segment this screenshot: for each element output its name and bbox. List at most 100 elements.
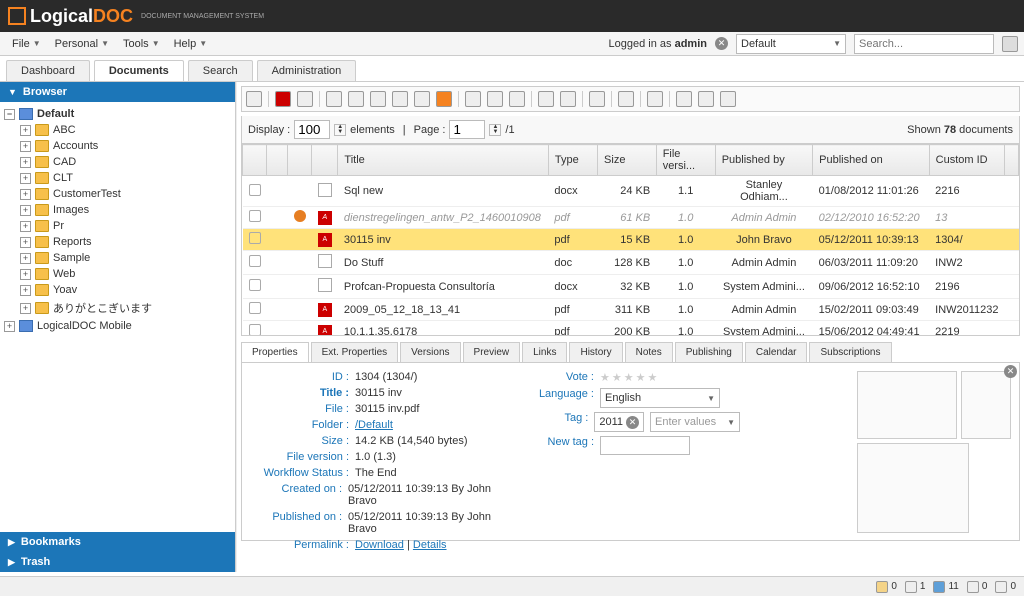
tab-documents[interactable]: Documents: [94, 60, 184, 81]
panel-browser[interactable]: ▼Browser: [0, 82, 235, 102]
refresh-icon[interactable]: [246, 91, 262, 107]
tab-administration[interactable]: Administration: [257, 60, 357, 81]
tree-root[interactable]: −Default: [0, 106, 235, 122]
permalink-details[interactable]: Details: [413, 539, 447, 551]
col-published-by[interactable]: Published by: [715, 145, 812, 176]
table-row[interactable]: Profcan-Propuesta Consultoríadocx32 KB1.…: [243, 275, 1019, 299]
cut-icon[interactable]: [465, 91, 481, 107]
row-checkbox[interactable]: [249, 184, 261, 196]
tree-mobile[interactable]: +LogicalDOC Mobile: [0, 318, 235, 334]
dropbox-icon[interactable]: [414, 91, 430, 107]
thumbnail-large[interactable]: [857, 443, 969, 533]
tree-folder[interactable]: +Images: [0, 202, 235, 218]
row-checkbox[interactable]: [249, 255, 261, 267]
sb-clipboard[interactable]: 0: [876, 581, 897, 593]
thumbnail-close-icon[interactable]: ✕: [1004, 365, 1017, 378]
tab-dashboard[interactable]: Dashboard: [6, 60, 90, 81]
tree-folder[interactable]: +CLT: [0, 170, 235, 186]
dtab-history[interactable]: History: [569, 342, 622, 362]
sb-messages[interactable]: 0: [967, 581, 988, 593]
menu-personal[interactable]: Personal▼: [49, 36, 115, 52]
tag-chip[interactable]: 2011✕: [594, 412, 644, 432]
search-input[interactable]: [854, 34, 994, 54]
search-field[interactable]: [859, 38, 989, 50]
panel-bookmarks[interactable]: ▶Bookmarks: [0, 532, 235, 552]
permalink-download[interactable]: Download: [355, 539, 404, 551]
dtab-versions[interactable]: Versions: [400, 342, 460, 362]
tree-folder[interactable]: +ABC: [0, 122, 235, 138]
newtag-input[interactable]: [600, 436, 690, 455]
list-view-icon[interactable]: [676, 91, 692, 107]
grid-view-icon[interactable]: [698, 91, 714, 107]
col-type[interactable]: Type: [548, 145, 597, 176]
tree-folder[interactable]: +CAD: [0, 154, 235, 170]
menu-tools[interactable]: Tools▼: [117, 36, 166, 52]
display-count-input[interactable]: [294, 120, 330, 139]
bulk-icon[interactable]: [392, 91, 408, 107]
sign-icon[interactable]: [560, 91, 576, 107]
menu-help[interactable]: Help▼: [168, 36, 214, 52]
tab-search[interactable]: Search: [188, 60, 253, 81]
dtab-ext-properties[interactable]: Ext. Properties: [311, 342, 399, 362]
tag-input[interactable]: Enter values▼: [650, 412, 740, 432]
col-custom-id[interactable]: Custom ID: [929, 145, 1004, 176]
page-spinner[interactable]: ▲▼: [489, 124, 501, 136]
add-document-icon[interactable]: [326, 91, 342, 107]
workspace-selector[interactable]: Default▼: [736, 34, 846, 54]
display-spinner[interactable]: ▲▼: [334, 124, 346, 136]
col-file-version[interactable]: File versi...: [656, 145, 715, 176]
page-input[interactable]: [449, 120, 485, 139]
row-checkbox[interactable]: [249, 302, 261, 314]
tree-folder[interactable]: +CustomerTest: [0, 186, 235, 202]
tree-folder[interactable]: +Pr: [0, 218, 235, 234]
print-icon[interactable]: [647, 91, 663, 107]
col-title[interactable]: Title: [338, 145, 549, 176]
language-selector[interactable]: English▼: [600, 388, 720, 408]
logout-icon[interactable]: ✕: [715, 37, 728, 50]
menu-file[interactable]: File▼: [6, 36, 47, 52]
dtab-preview[interactable]: Preview: [463, 342, 521, 362]
dtab-properties[interactable]: Properties: [241, 342, 309, 362]
search-icon[interactable]: [1002, 36, 1018, 52]
thumbnail-small-2[interactable]: [961, 371, 1011, 439]
dtab-subscriptions[interactable]: Subscriptions: [809, 342, 891, 362]
table-row[interactable]: Adienstregelingen_antw_P2_1460010908pdf6…: [243, 207, 1019, 229]
tag-remove-icon[interactable]: ✕: [626, 416, 639, 429]
col-size[interactable]: Size: [598, 145, 657, 176]
table-row[interactable]: A10.1.1.35.6178pdf200 KB1.0System Admini…: [243, 321, 1019, 337]
rss-icon[interactable]: [436, 91, 452, 107]
tree-folder[interactable]: +Web: [0, 266, 235, 282]
office-icon[interactable]: [589, 91, 605, 107]
copy-icon[interactable]: [487, 91, 503, 107]
scan-icon[interactable]: [370, 91, 386, 107]
pv-folder-link[interactable]: /Default: [355, 419, 393, 431]
add-folder-icon[interactable]: [348, 91, 364, 107]
table-row[interactable]: Sql newdocx24 KB1.1Stanley Odhiam...01/0…: [243, 176, 1019, 207]
tree-folder[interactable]: +Sample: [0, 250, 235, 266]
export-icon[interactable]: [297, 91, 313, 107]
tree-folder[interactable]: +Accounts: [0, 138, 235, 154]
dtab-calendar[interactable]: Calendar: [745, 342, 808, 362]
panel-trash[interactable]: ▶Trash: [0, 552, 235, 572]
col-published-on[interactable]: Published on: [813, 145, 929, 176]
row-checkbox[interactable]: [249, 324, 261, 336]
thumbnail-small-1[interactable]: [857, 371, 957, 439]
sb-events[interactable]: 0: [995, 581, 1016, 593]
dtab-notes[interactable]: Notes: [625, 342, 673, 362]
table-row[interactable]: A30115 invpdf15 KB1.0John Bravo05/12/201…: [243, 229, 1019, 251]
table-row[interactable]: Do Stuffdoc128 KB1.0Admin Admin06/03/201…: [243, 251, 1019, 275]
vote-stars[interactable]: ★★★★★: [600, 371, 659, 384]
tree-folder[interactable]: +Reports: [0, 234, 235, 250]
sb-checked-out[interactable]: 11: [933, 581, 958, 593]
row-checkbox[interactable]: [249, 232, 261, 244]
row-checkbox[interactable]: [249, 210, 261, 222]
dtab-publishing[interactable]: Publishing: [675, 342, 743, 362]
row-checkbox[interactable]: [249, 279, 261, 291]
table-row[interactable]: A2009_05_12_18_13_41pdf311 KB1.0Admin Ad…: [243, 299, 1019, 321]
tree-folder[interactable]: +ありがとこぎいます: [0, 298, 235, 318]
tree-folder[interactable]: +Yoav: [0, 282, 235, 298]
document-grid[interactable]: Title Type Size File versi... Published …: [241, 144, 1020, 336]
pdf-icon[interactable]: [275, 91, 291, 107]
dtab-links[interactable]: Links: [522, 342, 567, 362]
split-view-icon[interactable]: [720, 91, 736, 107]
